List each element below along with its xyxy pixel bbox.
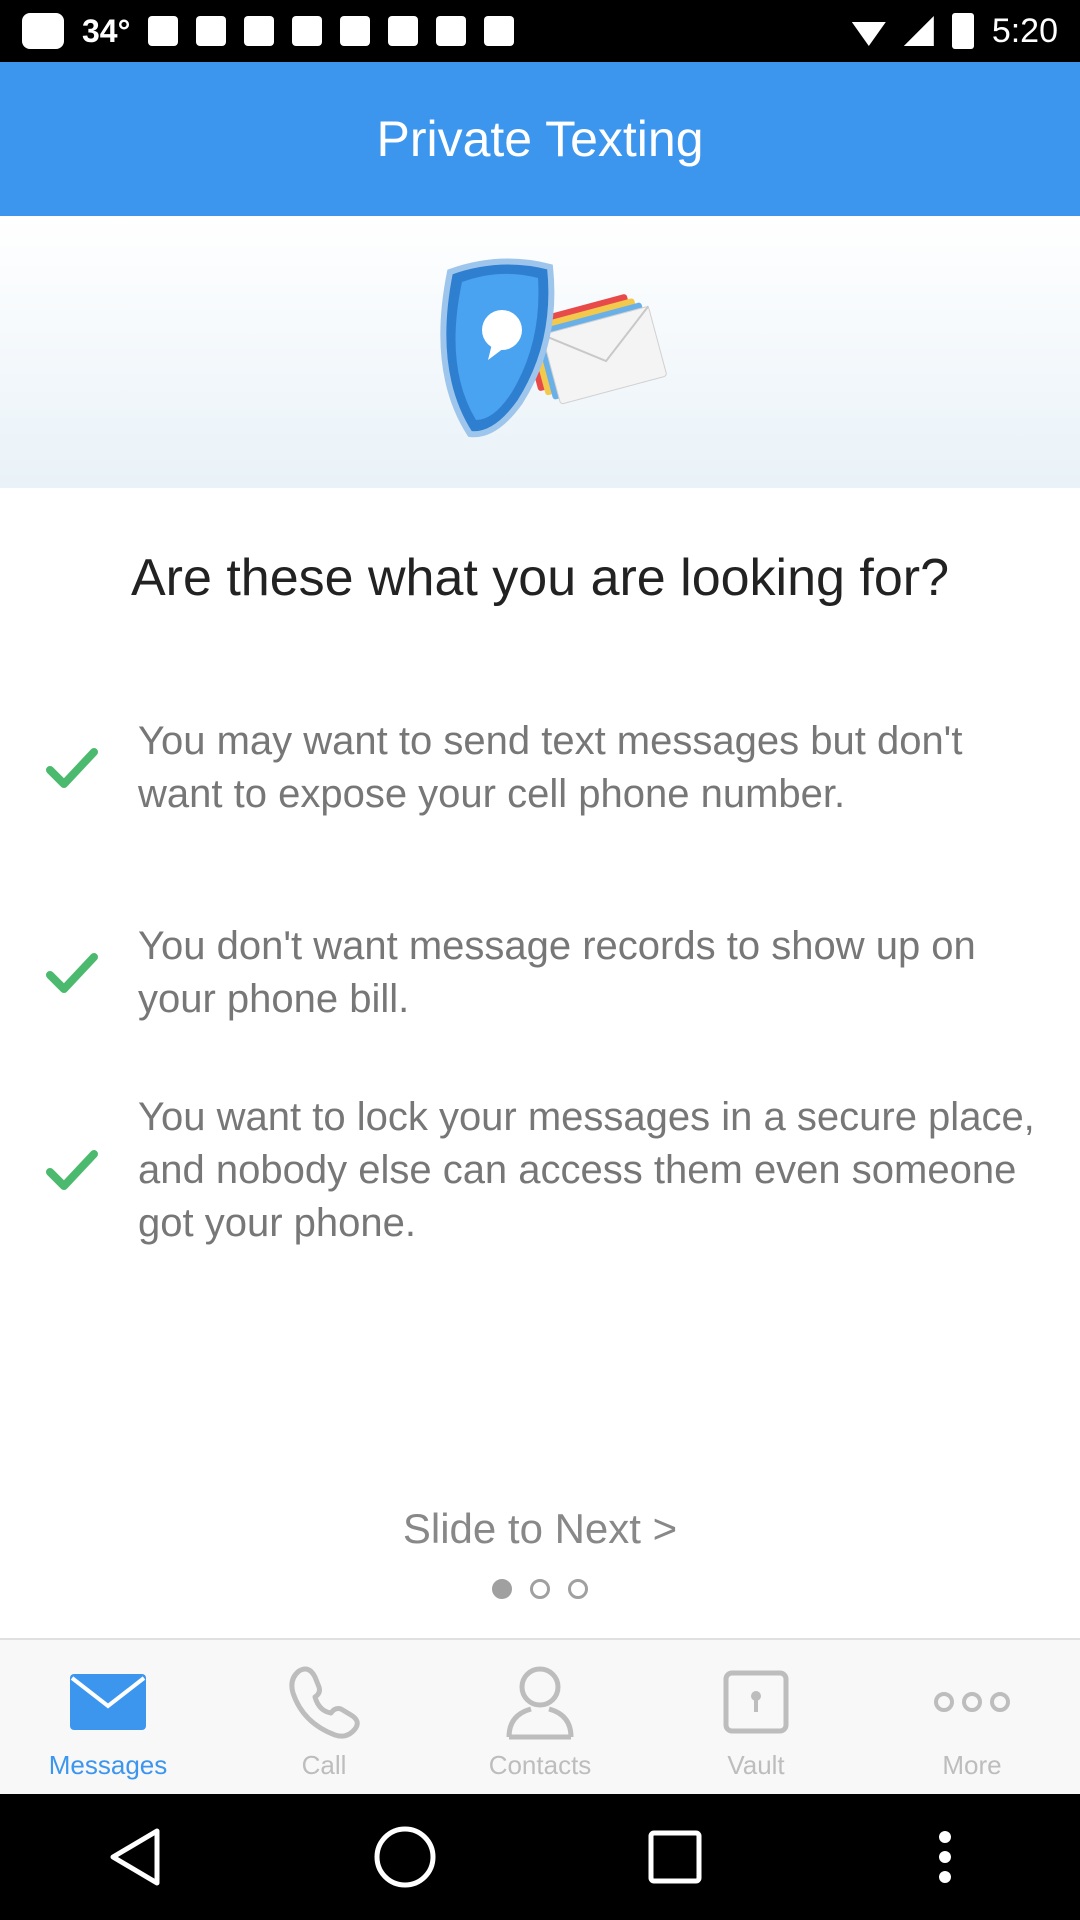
checkmark-icon [46,953,98,993]
notification-icon [148,16,179,46]
page-indicator [0,1579,1080,1599]
list-item: You want to lock your messages in a secu… [0,1090,1080,1250]
app-title: Private Texting [376,111,704,167]
status-bar: 34° 5:20 [0,0,1080,62]
more-icon [927,1662,1017,1742]
nav-label: More [942,1750,1002,1780]
list-item: You don't want message records to show u… [0,918,1080,1028]
phone-icon [279,1662,369,1742]
clock: 5:20 [991,11,1058,50]
nav-more[interactable]: More [864,1640,1080,1794]
shield-envelope-icon [440,258,667,438]
app-header: Private Texting [0,62,1080,216]
hero-banner [0,216,1080,488]
notification-icon [484,16,515,46]
keyboard-icon [22,13,64,49]
envelope-icon [63,1662,153,1742]
notification-icon [244,16,275,46]
screen: 34° 5:20 Private Texting Are these what … [0,0,1080,1920]
bottom-nav: Messages Call Contacts Vault More [0,1638,1080,1794]
lock-icon [711,1662,801,1742]
notification-icon [436,16,467,46]
page-dot [568,1579,588,1599]
list-item: You may want to send text messages but d… [0,688,1080,848]
notification-icons: 34° [22,12,515,50]
back-button[interactable] [100,1822,170,1892]
item-text: You want to lock your messages in a secu… [138,1094,1035,1245]
person-icon [495,1662,585,1742]
nav-vault[interactable]: Vault [648,1640,864,1794]
temperature: 34° [82,12,131,49]
page-dot [530,1579,550,1599]
nav-call[interactable]: Call [216,1640,432,1794]
location-icon [388,16,419,46]
signal-icon [903,16,934,46]
nav-contacts[interactable]: Contacts [432,1640,648,1794]
checkmark-icon [46,1150,98,1190]
recents-button[interactable] [640,1822,710,1892]
flipboard-icon [292,16,323,46]
nav-label: Contacts [488,1750,592,1780]
system-status: 5:20 [851,11,1058,51]
notification-icon [340,16,371,46]
nav-label: Vault [727,1750,785,1780]
nav-label: Call [301,1750,347,1780]
question-heading: Are these what you are looking for? [130,549,950,607]
checkmark-icon [46,748,98,788]
nav-messages[interactable]: Messages [0,1640,216,1794]
nav-label: Messages [48,1750,168,1780]
wifi-icon [851,22,886,46]
item-text: You don't want message records to show u… [138,924,976,1021]
system-nav-bar [0,1794,1080,1920]
battery-icon [951,13,974,49]
app-icon [196,16,227,46]
slide-next-hint[interactable]: Slide to Next > [0,1505,1080,1553]
home-button[interactable] [370,1822,440,1892]
overflow-menu-button[interactable] [910,1822,980,1892]
item-text: You may want to send text messages but d… [138,719,963,816]
page-dot-active [492,1579,512,1599]
